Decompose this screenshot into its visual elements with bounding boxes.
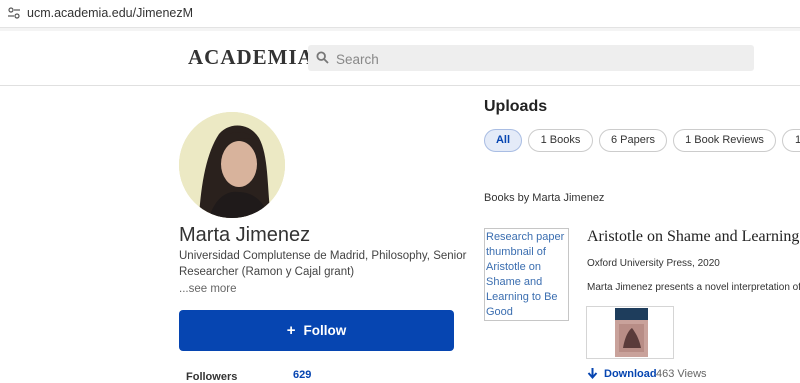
tab-more[interactable]: 1 [782, 129, 800, 152]
download-link[interactable]: Download [604, 368, 657, 380]
follow-button[interactable]: + Follow [179, 310, 454, 351]
followers-count[interactable]: 629 [293, 369, 311, 381]
search-input[interactable] [334, 48, 738, 70]
follow-label: Follow [303, 323, 347, 338]
tab-book-reviews[interactable]: 1 Book Reviews [673, 129, 776, 152]
paper-publisher: Oxford University Press, 2020 [587, 258, 720, 269]
tab-all[interactable]: All [484, 129, 522, 152]
book-cover-art [615, 308, 648, 357]
paper-thumbnail[interactable]: Research paper thumbnail of Aristotle on… [484, 228, 569, 321]
book-cover-image[interactable] [586, 306, 674, 359]
paper-title[interactable]: Aristotle on Shame and Learning [587, 228, 799, 246]
uploads-tabs: All 1 Books 6 Papers 1 Book Reviews 1 [484, 129, 800, 153]
view-count: 463 Views [656, 368, 707, 380]
browser-address-bar[interactable]: ucm.academia.edu/JimenezM [0, 0, 800, 28]
tab-papers[interactable]: 6 Papers [599, 129, 667, 152]
url-text[interactable]: ucm.academia.edu/JimenezM [27, 6, 193, 20]
thumbnail-alt-text: Research paper thumbnail of Aristotle on… [486, 231, 565, 318]
see-more-link[interactable]: ...see more [179, 283, 237, 295]
site-settings-icon[interactable] [7, 6, 21, 20]
avatar [179, 112, 285, 218]
profile-affiliation: Universidad Complutense de Madrid, Philo… [179, 250, 467, 278]
tab-books[interactable]: 1 Books [528, 129, 593, 152]
academia-logo[interactable]: ACADEMIA [188, 45, 314, 70]
profile-name: Marta Jimenez [179, 224, 311, 246]
plus-icon: + [286, 322, 296, 339]
paper-summary: Marta Jimenez presents a novel interpret… [587, 282, 800, 293]
search-icon [316, 51, 329, 64]
download-arrow-icon[interactable] [587, 367, 598, 379]
site-header: ACADEMIA [0, 31, 800, 86]
profile-photo [179, 112, 285, 218]
section-heading: Books by Marta Jimenez [484, 192, 605, 204]
search-box[interactable] [308, 45, 754, 71]
uploads-heading: Uploads [484, 98, 548, 115]
followers-label: Followers [186, 371, 238, 383]
